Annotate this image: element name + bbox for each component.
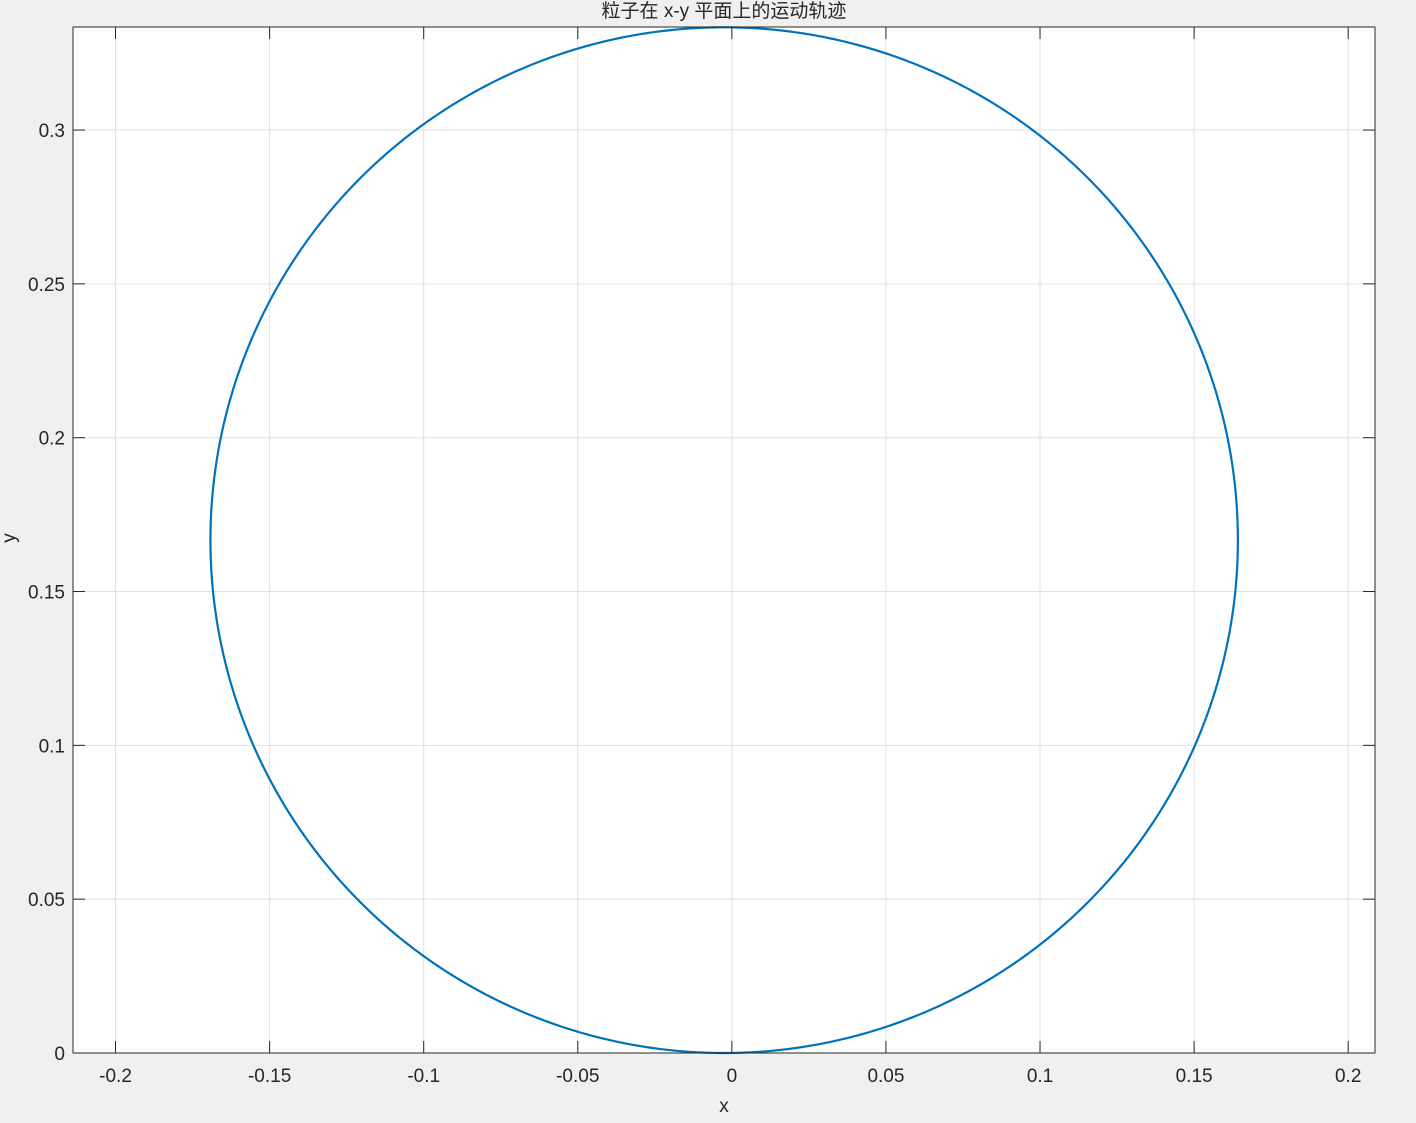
- y-tick-label: 0.1: [39, 736, 65, 757]
- y-tick-label: 0.15: [28, 583, 65, 604]
- x-tick-label: 0.05: [867, 1066, 904, 1087]
- x-tick-label: 0.15: [1176, 1066, 1213, 1087]
- x-tick-label: -0.1: [407, 1066, 440, 1087]
- chart-title: 粒子在 x-y 平面上的运动轨迹: [602, 0, 847, 22]
- x-tick-label: -0.2: [99, 1066, 132, 1087]
- x-tick-label: 0: [727, 1066, 738, 1087]
- y-axis-label: y: [0, 533, 20, 543]
- x-tick-label: 0.1: [1027, 1066, 1053, 1087]
- x-tick-label: 0.2: [1335, 1066, 1361, 1087]
- y-tick-label: 0.25: [28, 275, 65, 296]
- y-tick-label: 0.3: [39, 121, 65, 142]
- figure: -0.2 -0.15 -0.1 -0.05 0 0.05 0.1 0.15 0.2 0 0.05 0…: [0, 0, 1416, 1123]
- x-axis-label: x: [719, 1096, 729, 1117]
- x-tick-label: -0.05: [556, 1066, 599, 1087]
- y-tick-label: 0.05: [28, 890, 65, 911]
- y-tick-label: 0: [54, 1044, 65, 1065]
- y-tick-label: 0.2: [39, 429, 65, 450]
- x-tick-label: -0.15: [248, 1066, 291, 1087]
